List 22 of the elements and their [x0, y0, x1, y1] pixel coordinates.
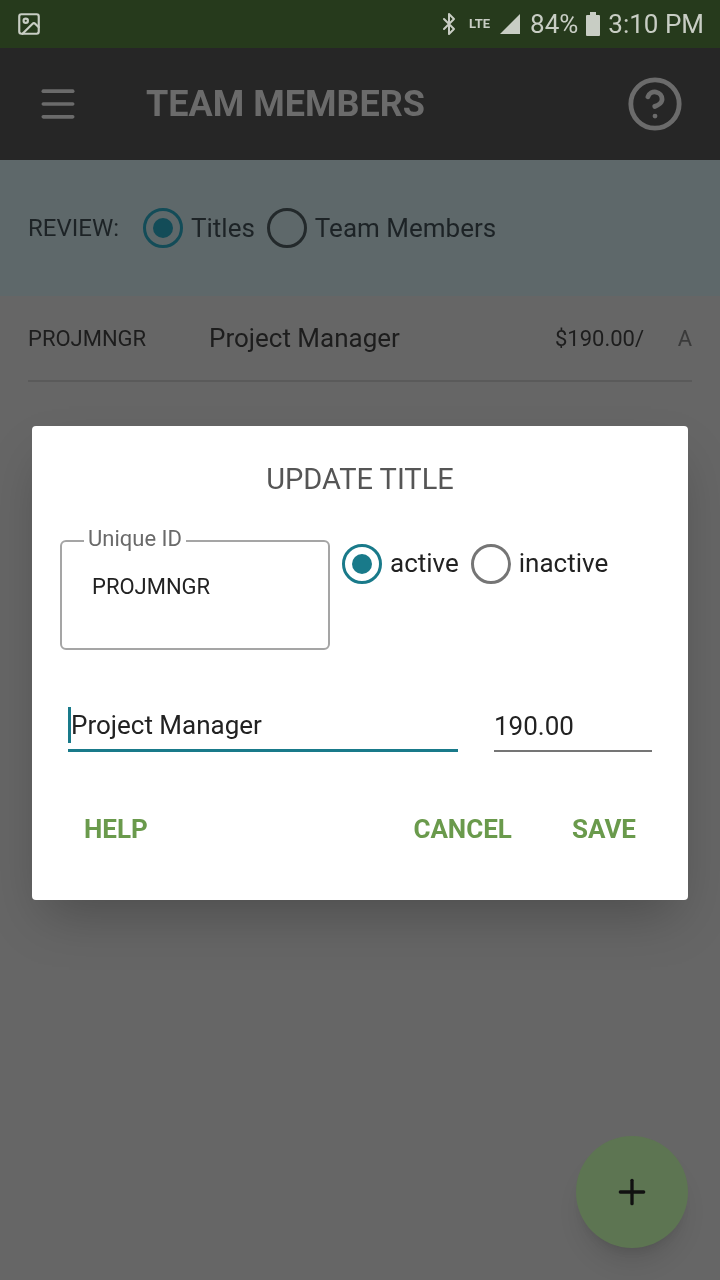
dialog-button[interactable]: CANCEL: [405, 801, 520, 857]
dialog-button[interactable]: SAVE: [563, 801, 644, 857]
row-title: Project Manager: [209, 321, 401, 355]
clock: 3:10 PM: [608, 7, 704, 41]
signal-icon: [498, 13, 523, 35]
help-icon[interactable]: [626, 75, 684, 133]
title-input[interactable]: Project Manager: [68, 705, 458, 752]
app-title: TEAM MEMBERS: [146, 82, 425, 127]
radio-option[interactable]: active: [342, 543, 459, 584]
radio-option[interactable]: Team Members: [266, 208, 497, 248]
row-code: PROJMNGR: [28, 324, 148, 353]
battery-percent: 84%: [530, 7, 579, 41]
network-label: LTE: [469, 15, 491, 34]
battery-icon: [586, 12, 601, 36]
dialog-title: UPDATE TITLE: [266, 461, 454, 498]
review-label: REVIEW:: [28, 213, 119, 244]
image-icon: [16, 11, 42, 37]
radio-option[interactable]: Titles: [143, 208, 255, 248]
row-rate: $190.00/: [554, 324, 644, 353]
rate-input[interactable]: 190.00: [494, 706, 652, 752]
radio-option[interactable]: inactive: [470, 543, 609, 584]
dialog-button[interactable]: HELP: [76, 801, 156, 857]
